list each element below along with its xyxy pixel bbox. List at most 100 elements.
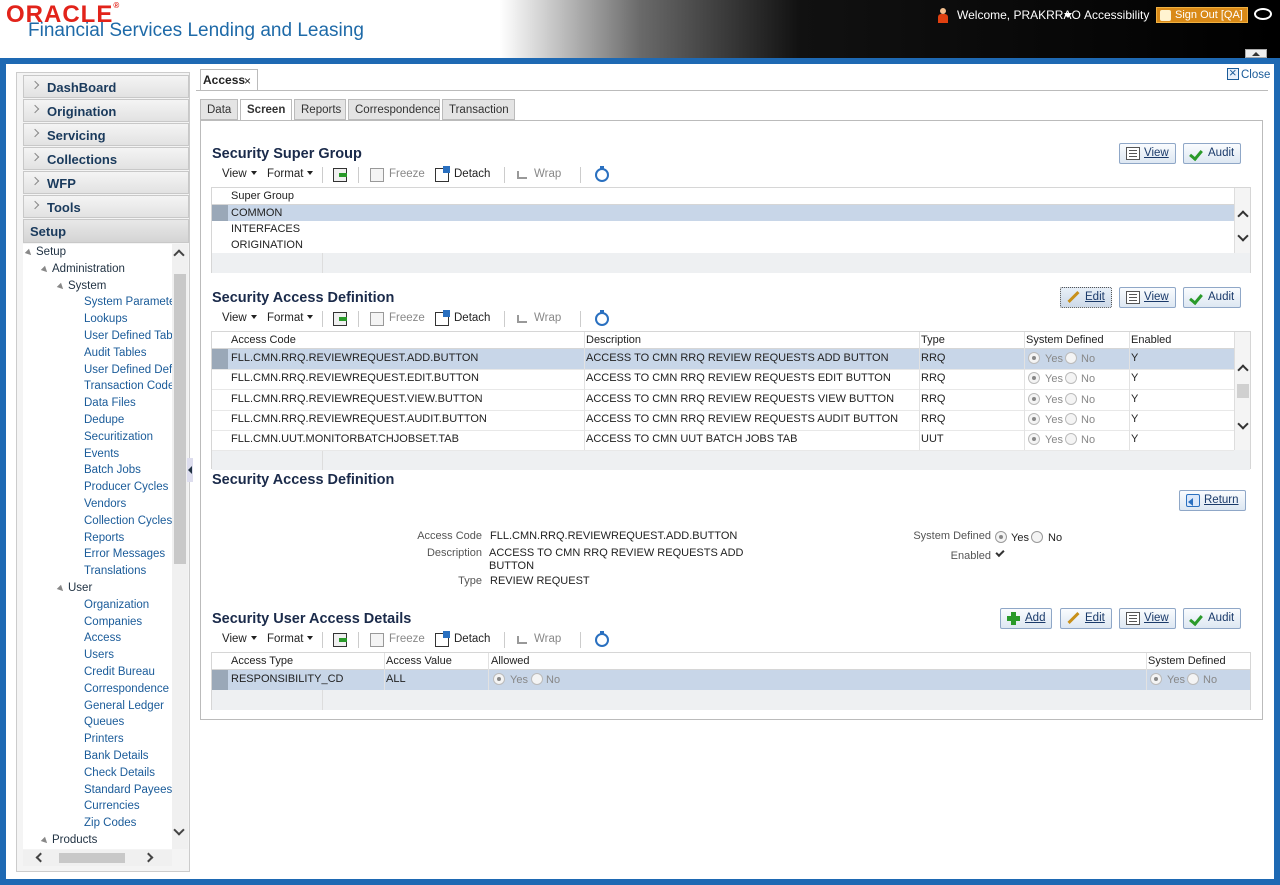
tree-item[interactable]: Companies bbox=[84, 616, 142, 632]
table-row[interactable]: INTERFACES bbox=[212, 221, 1234, 237]
format-menu[interactable]: Format bbox=[267, 633, 313, 645]
detach-button[interactable]: Detach bbox=[454, 312, 490, 324]
tree-item[interactable]: User Defined Tables bbox=[84, 330, 173, 346]
tab-access[interactable]: Access × bbox=[200, 69, 258, 91]
wrap-button[interactable]: Wrap bbox=[534, 633, 561, 645]
format-menu[interactable]: Format bbox=[267, 168, 313, 180]
expand-toggle-icon[interactable] bbox=[40, 265, 50, 275]
scroll-thumb[interactable] bbox=[59, 853, 125, 863]
scroll-up-icon[interactable] bbox=[173, 249, 185, 261]
scroll-up-icon[interactable] bbox=[1237, 364, 1249, 376]
wrap-button[interactable]: Wrap bbox=[534, 168, 561, 180]
expand-toggle-icon[interactable] bbox=[56, 282, 66, 291]
tree-item[interactable]: Access bbox=[84, 632, 121, 648]
table-scrollbar[interactable] bbox=[1234, 332, 1250, 450]
wrap-button[interactable]: Wrap bbox=[534, 312, 561, 324]
table-row[interactable]: FLL.CMN.RRQ.REVIEWREQUEST.ADD.BUTTON ACCE… bbox=[212, 349, 1234, 369]
tree-item[interactable]: User Defined Defaults bbox=[84, 364, 173, 380]
user-access-edit-button[interactable]: Edit bbox=[1060, 608, 1112, 629]
accessibility-link[interactable]: Accessibility bbox=[1084, 8, 1149, 22]
super-group-audit-button[interactable]: Audit bbox=[1183, 143, 1242, 164]
sidebar-section-wfp[interactable]: WFP bbox=[23, 171, 189, 194]
sidebar-section-collections[interactable]: Collections bbox=[23, 147, 189, 170]
sidebar-section-tools[interactable]: Tools bbox=[23, 195, 189, 218]
expand-toggle-icon[interactable] bbox=[24, 248, 34, 258]
table-row[interactable]: ORIGINATION bbox=[212, 237, 1234, 253]
tree-item[interactable]: User bbox=[68, 582, 92, 598]
tree-vertical-scrollbar[interactable] bbox=[172, 244, 188, 849]
table-row[interactable]: FLL.CMN.UUT.MONITORBATCHJOBSET.TAB ACCESS… bbox=[212, 430, 1234, 450]
return-button[interactable]: Return bbox=[1179, 490, 1246, 511]
user-access-view-button[interactable]: View bbox=[1119, 608, 1176, 629]
export-icon[interactable] bbox=[333, 168, 347, 182]
export-icon[interactable] bbox=[333, 312, 347, 326]
tab-screen[interactable]: Screen bbox=[240, 99, 292, 121]
freeze-button[interactable]: Freeze bbox=[389, 312, 425, 324]
tree-item[interactable]: Reports bbox=[84, 532, 124, 548]
tree-item[interactable]: Printers bbox=[84, 733, 124, 749]
scroll-down-icon[interactable] bbox=[1237, 418, 1249, 430]
scroll-down-icon[interactable] bbox=[1237, 230, 1249, 242]
tree-item[interactable]: Standard Payees bbox=[84, 784, 172, 800]
tree-item[interactable]: Users bbox=[84, 649, 114, 665]
tree-item[interactable]: Credit Bureau bbox=[84, 666, 155, 682]
super-group-view-button[interactable]: View bbox=[1119, 143, 1176, 164]
expand-toggle-icon[interactable] bbox=[40, 836, 50, 846]
sidebar-collapse-handle[interactable] bbox=[187, 458, 193, 482]
tree-item[interactable]: Bank Details bbox=[84, 750, 149, 766]
tree-item[interactable]: Securitization bbox=[84, 431, 153, 447]
tree-item[interactable]: Dedupe bbox=[84, 414, 124, 430]
tree-item[interactable]: System Parameters bbox=[84, 296, 173, 312]
tree-item[interactable]: Currencies bbox=[84, 800, 140, 816]
tree-item[interactable]: Correspondence bbox=[84, 683, 169, 699]
scroll-right-icon[interactable] bbox=[143, 852, 154, 863]
tree-item[interactable]: Check Details bbox=[84, 767, 155, 783]
table-row[interactable]: COMMON bbox=[212, 205, 1234, 221]
refresh-icon[interactable] bbox=[595, 310, 609, 326]
welcome-user-menu[interactable]: Welcome, PRAKRRAO bbox=[957, 8, 1081, 22]
tab-transaction[interactable]: Transaction bbox=[442, 99, 515, 120]
view-menu[interactable]: View bbox=[222, 633, 257, 645]
tree-item[interactable]: Transaction Codes bbox=[84, 380, 173, 396]
sign-out-button[interactable]: Sign Out [QA] bbox=[1156, 7, 1248, 23]
tree-item[interactable]: Vendors bbox=[84, 498, 126, 514]
table-scrollbar[interactable] bbox=[1234, 188, 1250, 253]
access-definition-audit-button[interactable]: Audit bbox=[1183, 287, 1242, 308]
chevron-down-icon[interactable] bbox=[1064, 13, 1072, 18]
scroll-up-icon[interactable] bbox=[1237, 210, 1249, 222]
export-icon[interactable] bbox=[333, 633, 347, 647]
tree-item[interactable]: Data Files bbox=[84, 397, 136, 413]
tree-item[interactable]: Administration bbox=[52, 263, 125, 279]
tab-correspondence[interactable]: Correspondence bbox=[348, 99, 440, 120]
table-row[interactable]: FLL.CMN.RRQ.REVIEWREQUEST.AUDIT.BUTTON AC… bbox=[212, 410, 1234, 430]
close-button[interactable]: Close bbox=[1227, 65, 1270, 81]
format-menu[interactable]: Format bbox=[267, 312, 313, 324]
detach-button[interactable]: Detach bbox=[454, 168, 490, 180]
scroll-thumb[interactable] bbox=[174, 274, 186, 564]
freeze-button[interactable]: Freeze bbox=[389, 168, 425, 180]
expand-toggle-icon[interactable] bbox=[56, 584, 66, 594]
detach-button[interactable]: Detach bbox=[454, 633, 490, 645]
tree-item[interactable]: Audit Tables bbox=[84, 347, 146, 363]
sidebar-section-dashboard[interactable]: DashBoard bbox=[23, 75, 189, 98]
tab-reports[interactable]: Reports bbox=[294, 99, 346, 120]
tree-item[interactable]: Queues bbox=[84, 716, 124, 732]
tree-item[interactable]: Organization bbox=[84, 599, 149, 615]
tree-item[interactable]: Collection Cycles bbox=[84, 515, 172, 531]
access-definition-view-button[interactable]: View bbox=[1119, 287, 1176, 308]
tree-item[interactable]: System bbox=[68, 280, 106, 296]
tree-item[interactable]: Error Messages bbox=[84, 548, 165, 564]
tree-item[interactable]: Lookups bbox=[84, 313, 127, 329]
user-access-add-button[interactable]: Add bbox=[1000, 608, 1053, 629]
refresh-icon[interactable] bbox=[595, 166, 609, 182]
tree-item[interactable]: Producer Cycles bbox=[84, 481, 168, 497]
scroll-thumb[interactable] bbox=[1237, 384, 1249, 398]
collapse-header-button[interactable] bbox=[1245, 49, 1267, 58]
table-row[interactable]: RESPONSIBILITY_CD ALL Yes No Yes No bbox=[212, 670, 1250, 690]
tree-item[interactable]: Translations bbox=[84, 565, 146, 581]
scroll-down-icon[interactable] bbox=[173, 824, 185, 836]
table-row[interactable]: FLL.CMN.RRQ.REVIEWREQUEST.VIEW.BUTTON ACC… bbox=[212, 390, 1234, 410]
tree-horizontal-scrollbar[interactable] bbox=[23, 850, 172, 866]
tree-item[interactable]: Setup bbox=[36, 246, 66, 262]
access-definition-edit-button[interactable]: Edit bbox=[1060, 287, 1112, 308]
